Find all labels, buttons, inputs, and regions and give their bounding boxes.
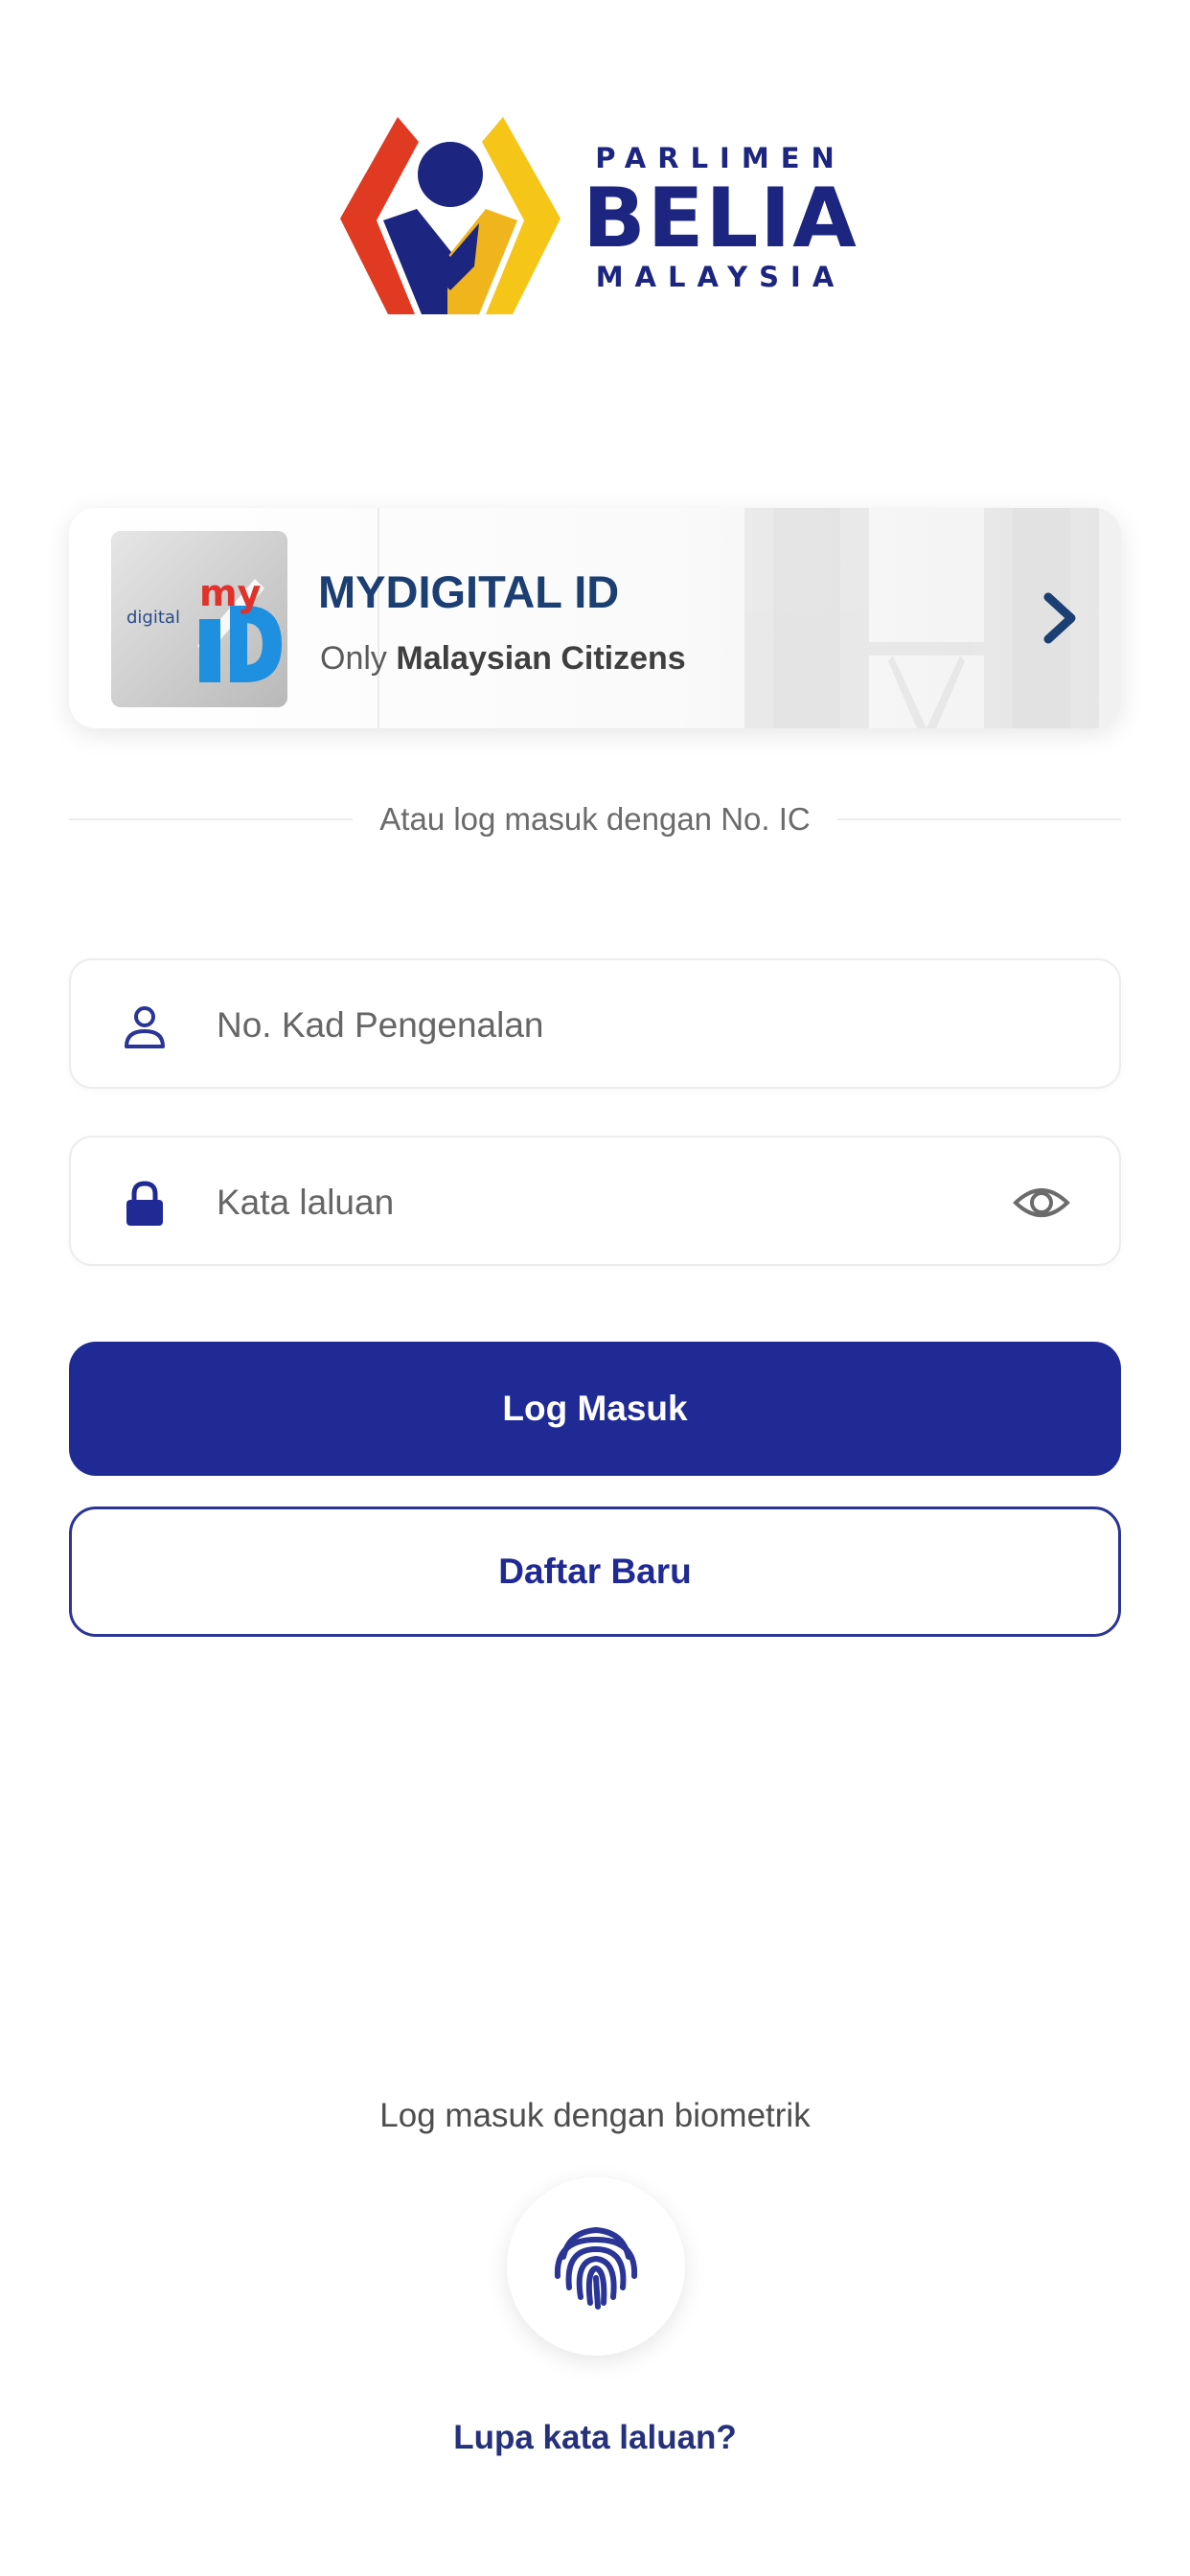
biometric-label: Log masuk dengan biometrik bbox=[379, 2097, 811, 2134]
mydigital-logo-my: my bbox=[199, 572, 262, 614]
forgot-password-link[interactable]: Lupa kata laluan? bbox=[0, 2419, 1190, 2457]
mydigital-sub-bold: Malaysian Citizens bbox=[396, 640, 686, 677]
ic-number-input[interactable] bbox=[215, 989, 1004, 1062]
logo-line-malaysia: MALAYSIA bbox=[595, 261, 846, 293]
mydigital-id-button[interactable]: my digital MYDIGITAL ID Only Malaysian C… bbox=[69, 508, 1121, 728]
logo-line-parlimen: PARLIMEN bbox=[595, 142, 846, 174]
logo-line-belia: BELIA bbox=[583, 171, 858, 266]
mydigital-sub-prefix: Only bbox=[320, 640, 387, 677]
user-icon bbox=[125, 1006, 165, 1048]
logo-wordmark: PARLIMEN BELIA MALAYSIA bbox=[582, 142, 859, 293]
lock-icon bbox=[126, 1181, 163, 1226]
mydigital-logo: my digital bbox=[111, 531, 287, 707]
divider-line-left bbox=[69, 818, 354, 820]
divider-line-right bbox=[836, 818, 1121, 820]
biometric-login-button[interactable] bbox=[507, 2177, 685, 2356]
password-field bbox=[69, 1136, 1121, 1266]
register-button[interactable]: Daftar Baru bbox=[69, 1506, 1121, 1637]
chevron-right-icon bbox=[1043, 592, 1076, 644]
app-logo: PARLIMEN BELIA MALAYSIA bbox=[331, 113, 858, 314]
divider-text: Atau log masuk dengan No. IC bbox=[379, 801, 811, 837]
parlimen-belia-emblem-icon bbox=[340, 117, 561, 314]
login-divider: Atau log masuk dengan No. IC bbox=[69, 800, 1121, 839]
password-input[interactable] bbox=[215, 1166, 1004, 1239]
eye-icon[interactable] bbox=[1012, 1178, 1071, 1228]
mydigital-title: MYDIGITAL ID bbox=[318, 566, 620, 617]
mydigital-logo-digital: digital bbox=[126, 608, 180, 628]
login-button[interactable]: Log Masuk bbox=[69, 1342, 1121, 1476]
ic-number-field bbox=[69, 958, 1121, 1089]
mydigital-subtitle: Only Malaysian Citizens bbox=[320, 640, 686, 678]
fingerprint-icon bbox=[554, 2226, 638, 2310]
